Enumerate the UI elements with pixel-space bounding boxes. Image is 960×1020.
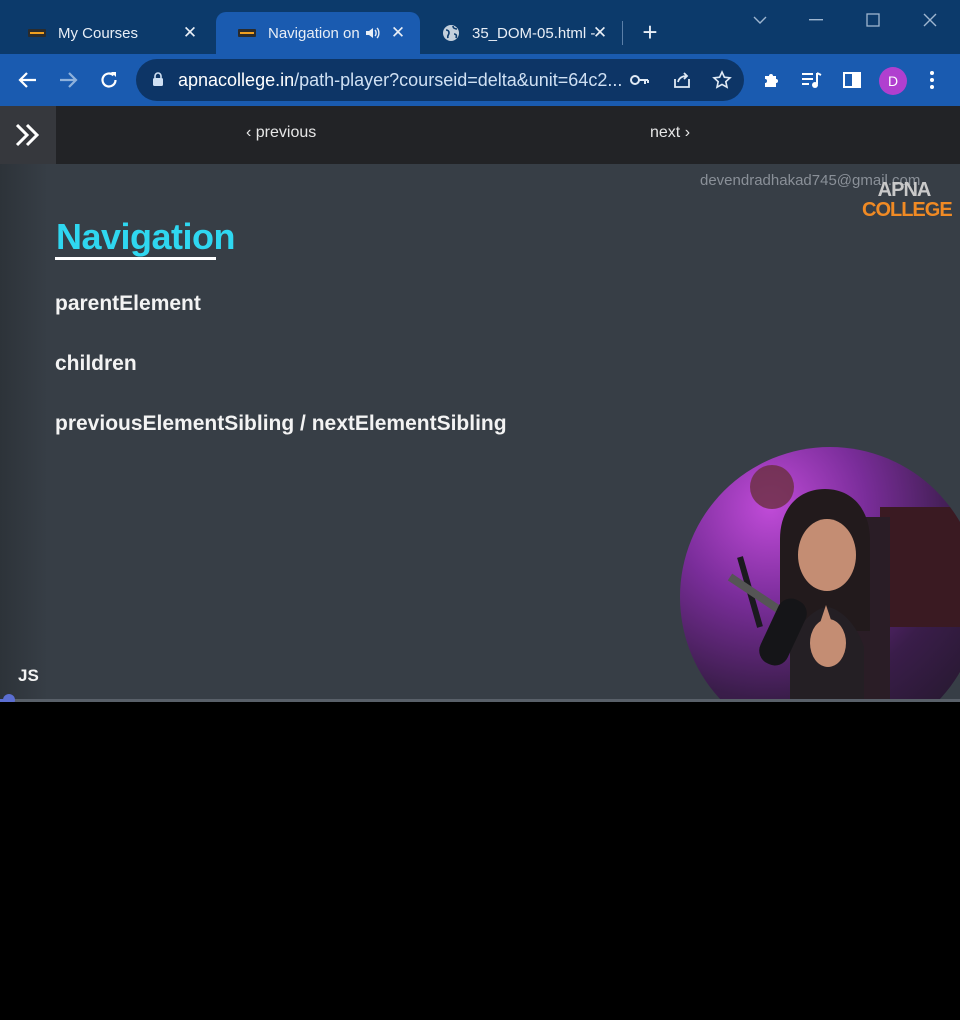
slide-left-shade	[0, 164, 48, 702]
globe-icon	[442, 24, 460, 42]
tab-search-icon[interactable]	[746, 8, 774, 32]
next-button[interactable]: next ›	[650, 124, 690, 142]
chevron-right-icon: ›	[684, 124, 691, 141]
slide-item-parent-element: parentElement	[55, 292, 201, 315]
minimize-icon[interactable]	[802, 8, 830, 32]
tab-title: My Courses	[58, 24, 139, 42]
address-bar[interactable]: apnacollege.in/path-player?courseid=delt…	[136, 59, 744, 101]
tab-strip: My Courses ✕ Navigation on ✕ 35_DOM-05.h…	[0, 0, 960, 54]
window-close-icon[interactable]	[916, 8, 944, 32]
previous-button[interactable]: ‹ previous	[246, 124, 316, 142]
url-text[interactable]: apnacollege.in/path-player?courseid=delt…	[178, 70, 622, 91]
profile-avatar[interactable]: D	[879, 67, 907, 95]
browser-toolbar: apnacollege.in/path-player?courseid=delt…	[0, 54, 960, 106]
media-control-icon[interactable]	[798, 66, 826, 94]
key-icon[interactable]	[630, 72, 650, 93]
new-tab-icon[interactable]: +	[636, 18, 664, 46]
logo-line1: APNA	[877, 179, 932, 201]
player-topbar: ‹ previous next ›	[0, 106, 960, 164]
url-host: apnacollege.in	[178, 70, 295, 90]
apna-college-logo: APNA COLLEGE	[862, 179, 953, 221]
previous-label: previous	[255, 124, 317, 141]
instructor-illustration	[727, 465, 960, 702]
title-underline	[55, 257, 216, 260]
tab-my-courses[interactable]: My Courses ✕	[6, 12, 212, 54]
video-player[interactable]: devendradhakad745@gmail.com APNA COLLEGE…	[0, 164, 960, 702]
instructor-webcam	[680, 447, 960, 702]
close-icon[interactable]: ✕	[180, 23, 200, 43]
extensions-icon[interactable]	[758, 66, 786, 94]
back-icon[interactable]	[14, 66, 42, 94]
apnacollege-favicon	[238, 24, 256, 42]
share-icon[interactable]	[672, 70, 692, 95]
tab-title: 35_DOM-05.html -	[472, 24, 596, 42]
tab-title: Navigation on	[268, 24, 360, 42]
next-label: next	[650, 124, 681, 141]
menu-kebab-icon[interactable]	[918, 66, 946, 94]
page-blank-area	[0, 702, 960, 1020]
reload-icon[interactable]	[95, 66, 123, 94]
logo-line2: COLLEGE	[862, 199, 953, 221]
slide-item-children: children	[55, 352, 137, 375]
apnacollege-favicon	[28, 24, 46, 42]
chevron-left-icon: ‹	[246, 124, 252, 141]
expand-sidebar-button[interactable]	[0, 106, 56, 164]
close-icon[interactable]: ✕	[590, 23, 610, 43]
maximize-icon[interactable]	[859, 8, 887, 32]
tab-dom-file[interactable]: 35_DOM-05.html - ✕	[420, 12, 622, 54]
forward-icon[interactable]	[54, 66, 82, 94]
side-panel-icon[interactable]	[838, 66, 866, 94]
double-chevron-right-icon	[15, 123, 40, 147]
speaker-icon[interactable]	[364, 24, 382, 46]
slide-item-sibling: previousElementSibling / nextElementSibl…	[55, 412, 507, 435]
subject-label: JS	[18, 666, 39, 685]
close-icon[interactable]: ✕	[388, 23, 408, 43]
slide-title: Navigation	[56, 216, 236, 257]
bookmark-star-icon[interactable]	[712, 70, 732, 95]
tab-separator	[622, 21, 623, 45]
url-path: /path-player?courseid=delta&unit=64c2...	[294, 70, 623, 90]
lock-icon[interactable]	[152, 72, 164, 92]
tab-navigation[interactable]: Navigation on ✕	[216, 12, 420, 54]
